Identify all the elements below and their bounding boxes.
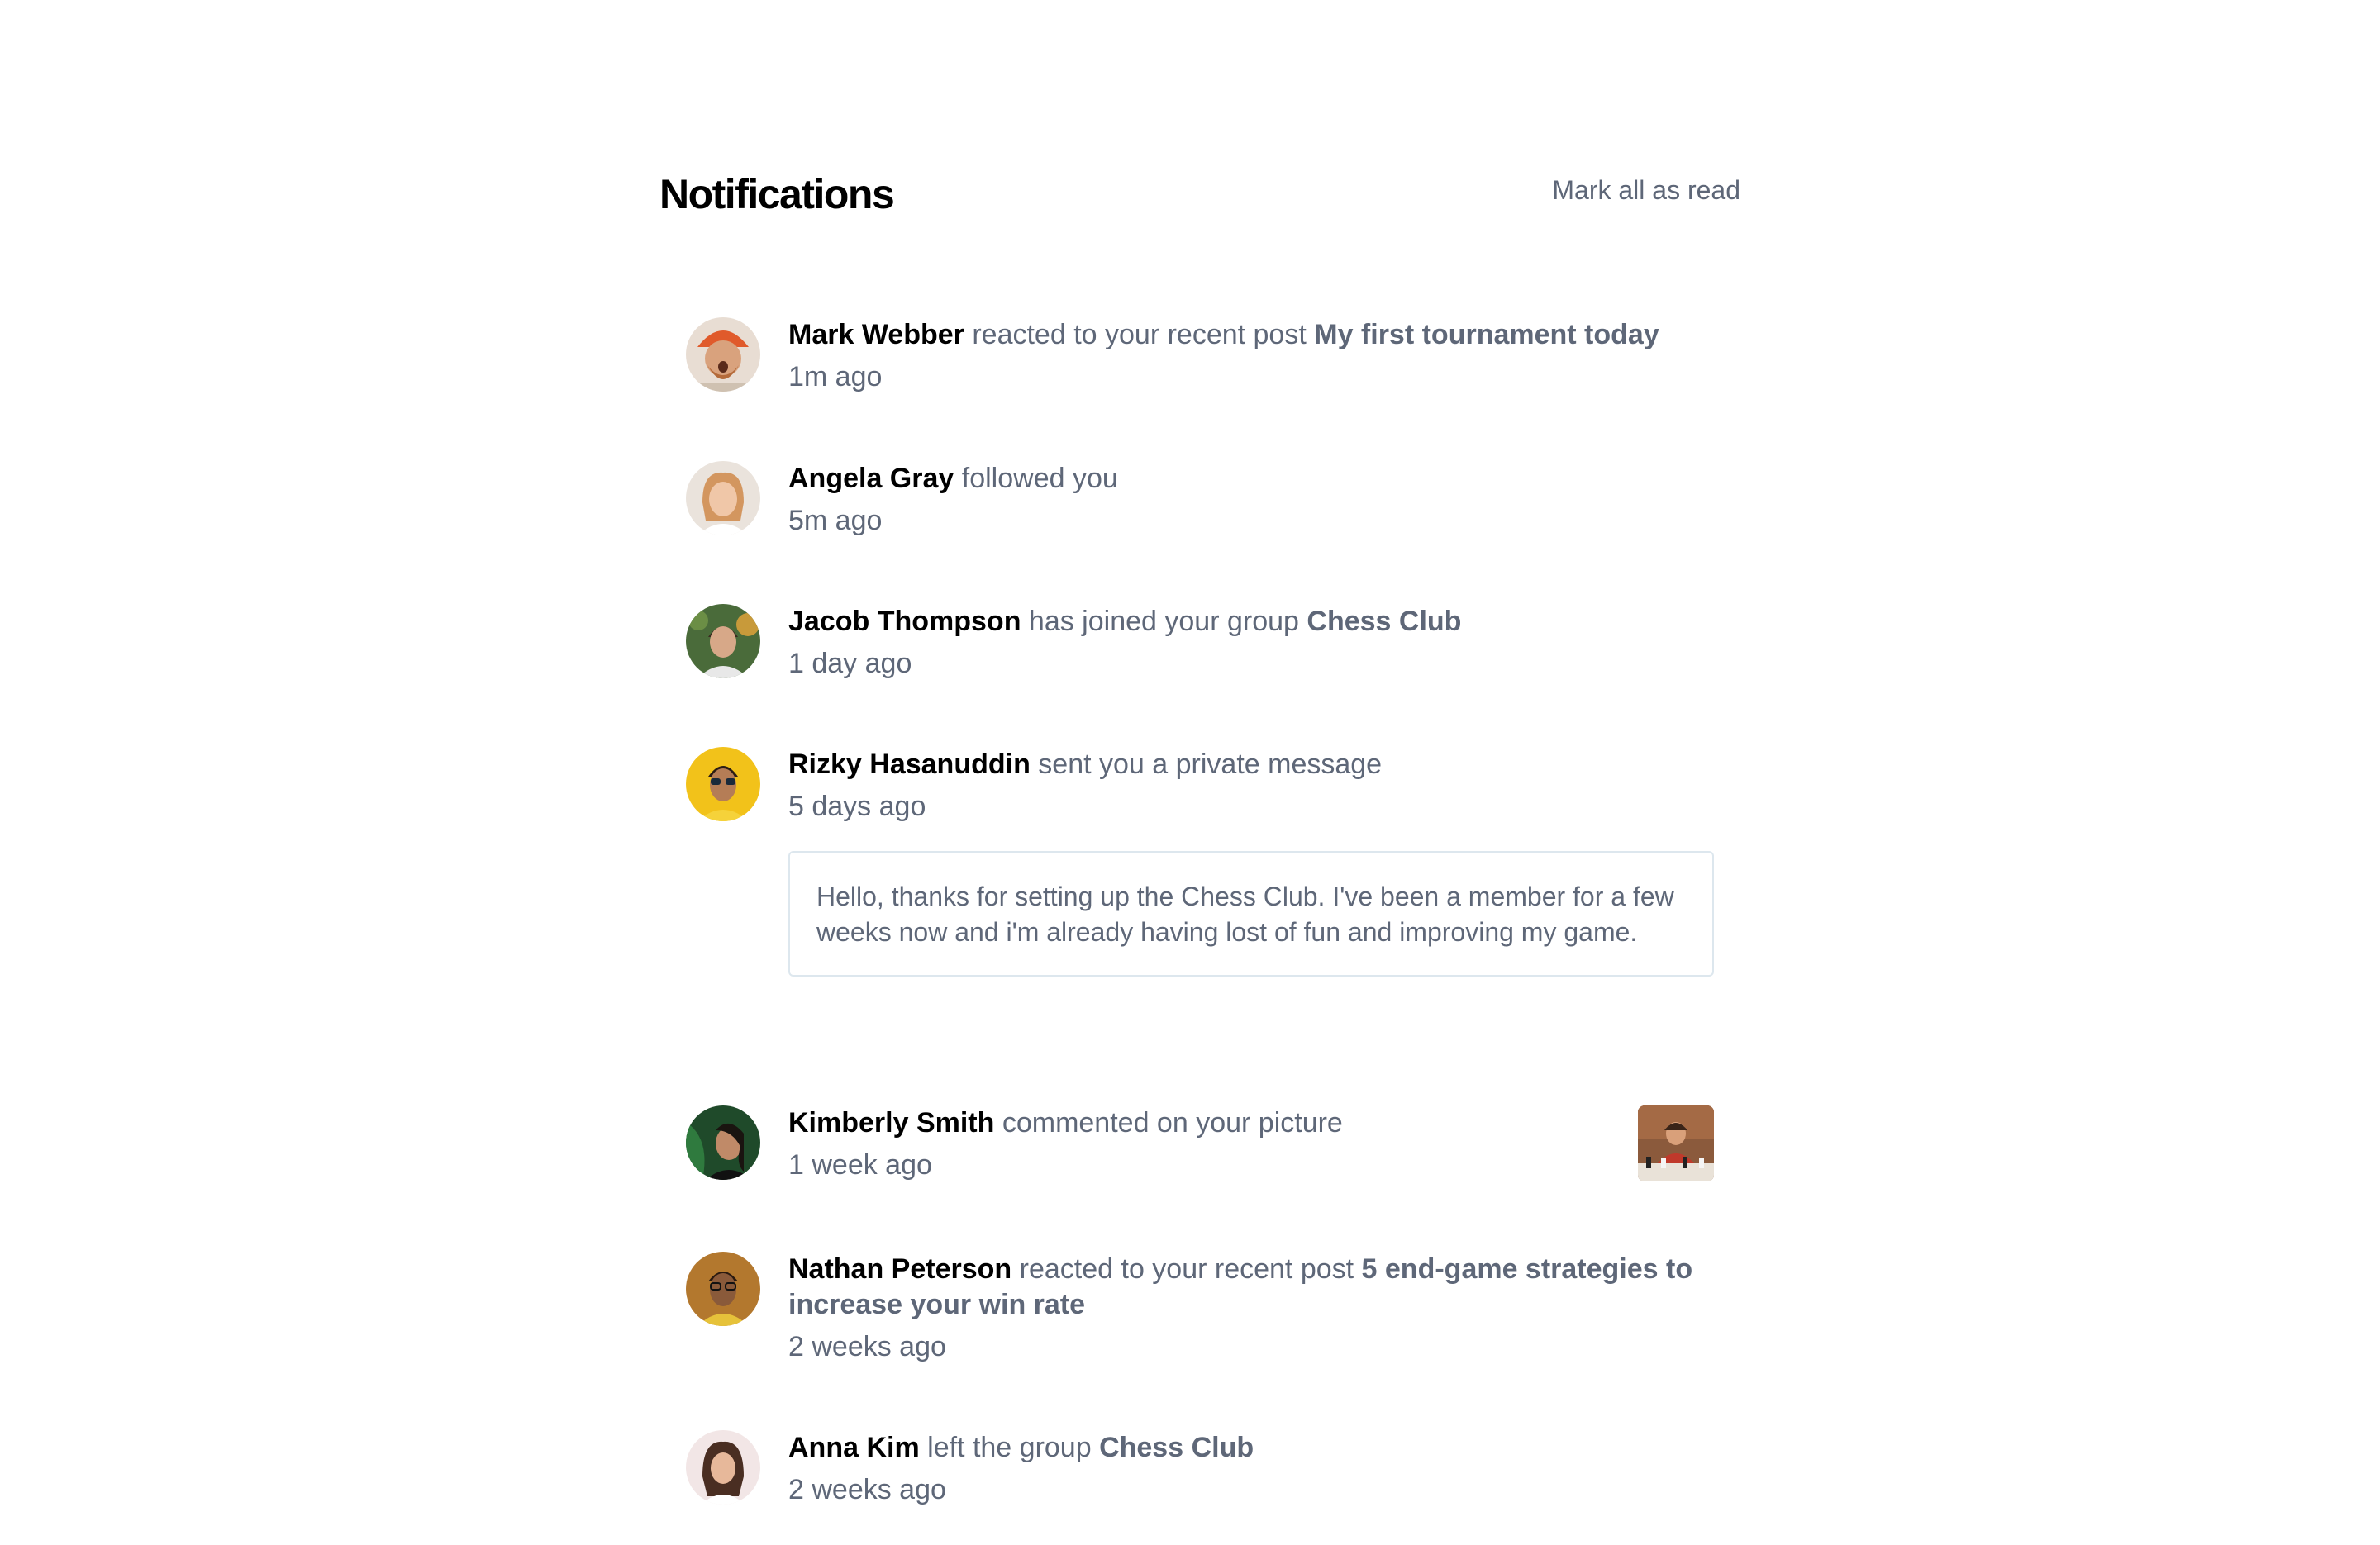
- mark-all-read-button[interactable]: Mark all as read: [1552, 175, 1740, 206]
- notification-action: commented on your picture: [1002, 1107, 1343, 1139]
- notification-action: left the group: [927, 1432, 1092, 1463]
- notification-text: Anna Kim left the group Chess Club: [788, 1430, 1714, 1466]
- notification-action: reacted to your recent post: [972, 319, 1307, 350]
- notification-time: 1m ago: [788, 361, 883, 392]
- avatar-icon[interactable]: [686, 1252, 760, 1326]
- user-name-link[interactable]: Jacob Thompson: [788, 606, 1021, 637]
- avatar-icon[interactable]: [686, 1105, 760, 1180]
- notification-action: sent you a private message: [1038, 749, 1383, 780]
- avatar-icon[interactable]: [686, 317, 760, 392]
- notification-content: Nathan Peterson reacted to your recent p…: [788, 1252, 1714, 1365]
- notification-content: Kimberly Smith commented on your picture…: [788, 1105, 1714, 1183]
- user-name-link[interactable]: Mark Webber: [788, 319, 964, 350]
- avatar-icon[interactable]: [686, 747, 760, 821]
- user-name-link[interactable]: Kimberly Smith: [788, 1107, 994, 1139]
- notification-time: 5 days ago: [788, 791, 926, 822]
- user-name-link[interactable]: Angela Gray: [788, 463, 954, 494]
- header: Notifications Mark all as read: [659, 157, 1740, 231]
- notification-text: Mark Webber reacted to your recent post …: [788, 317, 1714, 353]
- notifications-panel: Notifications Mark all as read Mark Webb…: [659, 157, 1740, 1505]
- avatar-icon[interactable]: [686, 1430, 760, 1505]
- private-message[interactable]: Hello, thanks for setting up the Chess C…: [788, 851, 1714, 977]
- notification-time: 5m ago: [788, 505, 883, 536]
- notification-action: has joined your group: [1028, 606, 1299, 637]
- notification-text: Nathan Peterson reacted to your recent p…: [788, 1252, 1714, 1323]
- notification-content: Angela Gray followed you 5m ago: [788, 461, 1714, 539]
- notification-time: 2 weeks ago: [788, 1331, 946, 1362]
- notification-text: Jacob Thompson has joined your group Che…: [788, 604, 1714, 639]
- notification-action: reacted to your recent post: [1019, 1253, 1354, 1285]
- post-link[interactable]: My first tournament today: [1314, 319, 1659, 350]
- notification-action: followed you: [961, 463, 1118, 494]
- notification-time: 1 day ago: [788, 648, 912, 679]
- user-name-link[interactable]: Rizky Hasanuddin: [788, 749, 1031, 780]
- notification-content: Anna Kim left the group Chess Club 2 wee…: [788, 1430, 1714, 1508]
- group-link[interactable]: Chess Club: [1307, 606, 1461, 637]
- group-link[interactable]: Chess Club: [1099, 1432, 1254, 1463]
- avatar-icon[interactable]: [686, 604, 760, 678]
- user-name-link[interactable]: Nathan Peterson: [788, 1253, 1011, 1285]
- notification-text: Rizky Hasanuddin sent you a private mess…: [788, 747, 1714, 782]
- notification-content: Mark Webber reacted to your recent post …: [788, 317, 1714, 395]
- notification-content: Rizky Hasanuddin sent you a private mess…: [788, 747, 1714, 977]
- notification-content: Jacob Thompson has joined your group Che…: [788, 604, 1714, 682]
- user-name-link[interactable]: Anna Kim: [788, 1432, 920, 1463]
- notification-text: Angela Gray followed you: [788, 461, 1714, 497]
- notification-time: 2 weeks ago: [788, 1474, 946, 1505]
- page-title: Notifications: [659, 171, 895, 217]
- notification-text: Kimberly Smith commented on your picture: [788, 1105, 1714, 1141]
- chess-picture-thumbnail[interactable]: [1638, 1105, 1714, 1181]
- avatar-icon[interactable]: [686, 461, 760, 535]
- notification-time: 1 week ago: [788, 1149, 932, 1181]
